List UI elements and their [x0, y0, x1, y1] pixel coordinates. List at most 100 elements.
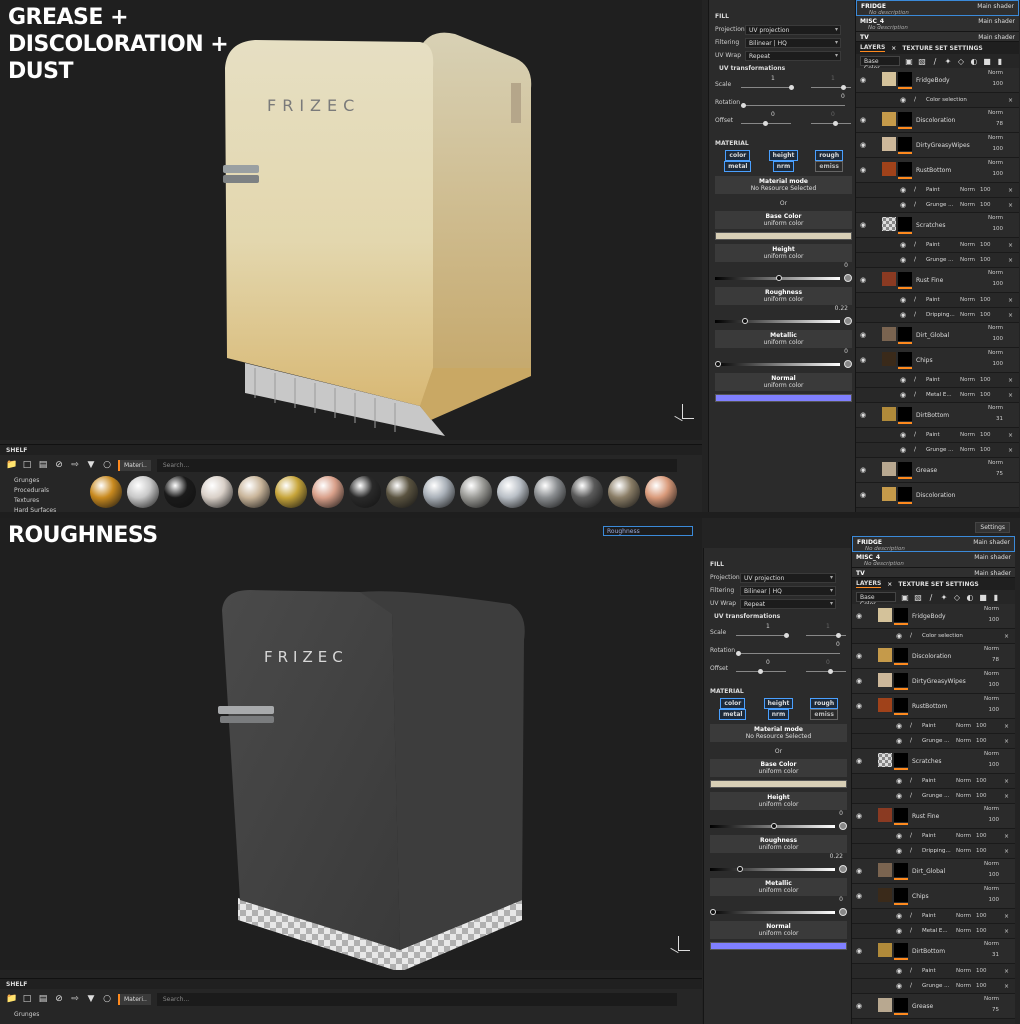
eye-icon[interactable]: ◉ [860, 411, 866, 419]
eye-icon[interactable]: ◉ [900, 186, 906, 194]
close-icon[interactable]: × [1004, 833, 1009, 840]
close-icon[interactable]: × [1004, 848, 1009, 855]
layer-item[interactable]: ◉ FridgeBody Norm 100 [852, 604, 1015, 629]
add-layer-icon[interactable]: ▧ [914, 593, 922, 602]
folder-icon[interactable]: 📁 [6, 994, 17, 1004]
material-sphere[interactable] [608, 476, 640, 508]
eye-icon[interactable]: ◉ [856, 652, 862, 660]
material-sphere[interactable] [534, 476, 566, 508]
layer-item[interactable]: ◉ Chips Norm 100 [856, 348, 1019, 373]
effect-icon[interactable]: ✦ [940, 593, 948, 602]
sub-layer[interactable]: ◉ ∕ Paint Norm 100 × [852, 829, 1015, 844]
material-sphere[interactable] [127, 476, 159, 508]
close-icon[interactable]: × [1004, 793, 1009, 800]
eye-icon[interactable]: ◉ [900, 296, 906, 304]
param-slider-2[interactable] [811, 83, 851, 92]
layer-item[interactable]: ◉ DirtBottom Norm 31 [852, 939, 1015, 964]
sub-layer[interactable]: ◉ ∕ Grunge ... Norm 100 × [852, 979, 1015, 994]
uvwrap-select[interactable]: Repeat [740, 598, 836, 609]
sub-layer[interactable]: ◉ ∕ Paint Norm 100 × [856, 373, 1019, 388]
layer-item[interactable]: ◉ Grease Norm 75 [852, 994, 1015, 1019]
uv-transform-header[interactable]: UV transformations [704, 610, 853, 623]
material-sphere[interactable] [645, 476, 677, 508]
eye-icon[interactable]: ◉ [860, 331, 866, 339]
eye-icon[interactable]: ◉ [896, 737, 902, 745]
param-slider-2[interactable] [806, 667, 846, 676]
close-icon[interactable]: × [1004, 738, 1009, 745]
eye-icon[interactable]: ◉ [860, 221, 866, 229]
base-color-block[interactable]: Base Color uniform color [715, 211, 852, 229]
add-fill-layer-icon[interactable]: ▣ [901, 593, 909, 602]
channel-toggle-emiss[interactable]: emiss [801, 709, 847, 720]
add-fill-layer-icon[interactable]: ▣ [905, 57, 913, 66]
export-icon[interactable]: ⇨ [70, 994, 80, 1004]
eye-icon[interactable]: ◉ [860, 116, 866, 124]
roughness-block[interactable]: Roughness uniform color [710, 835, 847, 853]
eye-icon[interactable]: ◉ [896, 777, 902, 785]
param-slider-2[interactable] [811, 119, 851, 128]
channel-toggle-rough[interactable]: rough [806, 150, 852, 161]
metallic-block[interactable]: Metallic uniform color [710, 878, 847, 896]
close-icon[interactable]: × [1008, 257, 1013, 264]
material-sphere[interactable] [238, 476, 270, 508]
eye-icon[interactable]: ◉ [900, 376, 906, 384]
filtering-select[interactable]: Bilinear | HQ [745, 37, 841, 48]
shelf-category[interactable]: Grunges [14, 1010, 84, 1020]
eye-icon[interactable]: ◉ [860, 356, 866, 364]
eye-icon[interactable]: ◉ [856, 947, 862, 955]
import-icon[interactable]: □ [22, 994, 32, 1004]
normal-swatch[interactable] [715, 394, 852, 402]
close-icon[interactable]: × [887, 581, 892, 588]
eye-icon[interactable]: ◉ [856, 812, 862, 820]
sub-layer[interactable]: ◉ ∕ Paint Norm 100 × [856, 183, 1019, 198]
uv-transform-header[interactable]: UV transformations [709, 62, 858, 75]
sub-layer[interactable]: ◉ ∕ Grunge ... Norm 100 × [856, 443, 1019, 458]
eye-icon[interactable]: ◉ [896, 927, 902, 935]
material-mode-block[interactable]: Material mode No Resource Selected [715, 176, 852, 194]
sub-layer[interactable]: ◉ ∕ Color selection × [852, 629, 1015, 644]
tab-layers[interactable]: LAYERS [860, 44, 886, 52]
layer-item[interactable]: ◉ DirtBottom Norm 31 [856, 403, 1019, 428]
sub-layer[interactable]: ◉ ∕ Color selection × [856, 93, 1019, 108]
material-mode-block[interactable]: Material mode No Resource Selected [710, 724, 847, 742]
param-slider[interactable] [736, 631, 789, 640]
eye-icon[interactable]: ◉ [860, 276, 866, 284]
material-sphere[interactable] [312, 476, 344, 508]
texture-set-fridge[interactable]: FRIDGE Main shader No description [856, 0, 1019, 16]
close-icon[interactable]: × [1004, 778, 1009, 785]
texture-set-tv[interactable]: TV Main shader [856, 32, 1019, 42]
circle-icon[interactable]: ○ [102, 460, 112, 470]
close-icon[interactable]: × [1004, 723, 1009, 730]
metallic-slider[interactable] [710, 908, 847, 917]
height-block[interactable]: Height uniform color [715, 244, 852, 262]
effect-icon[interactable]: ✦ [944, 57, 952, 66]
shelf-category[interactable]: Hard Surfaces [14, 506, 84, 512]
eye-icon[interactable]: ◉ [860, 141, 866, 149]
channel-select[interactable]: Base Color [860, 56, 900, 72]
channel-toggle-height[interactable]: height [756, 698, 802, 709]
tab-texture-set-settings[interactable]: TEXTURE SET SETTINGS [902, 45, 982, 52]
eye-icon[interactable]: ◉ [900, 446, 906, 454]
eye-icon[interactable]: ◉ [856, 612, 862, 620]
sub-layer[interactable]: ◉ ∕ Paint Norm 100 × [856, 238, 1019, 253]
layer-item[interactable]: ◉ Dirt_Global Norm 100 [856, 323, 1019, 348]
texture-set-misc_4[interactable]: MISC_4 Main shader No description [852, 552, 1015, 568]
height-slider[interactable] [710, 822, 847, 831]
base-color-swatch[interactable] [710, 780, 847, 788]
shelf-category[interactable]: Grunges [14, 476, 84, 486]
close-icon[interactable]: × [1008, 202, 1013, 209]
eye-icon[interactable]: ◉ [896, 632, 902, 640]
eye-icon[interactable]: ◉ [900, 391, 906, 399]
projection-select[interactable]: UV projection [740, 572, 836, 583]
eye-icon[interactable]: ◉ [900, 201, 906, 209]
layer-item[interactable]: ◉ Discoloration Norm 78 [856, 108, 1019, 133]
eye-icon[interactable]: ◉ [860, 466, 866, 474]
filter-icon[interactable]: ▼ [86, 460, 96, 470]
filter-icon[interactable]: ▼ [86, 994, 96, 1004]
metallic-block[interactable]: Metallic uniform color [715, 330, 852, 348]
settings-button[interactable]: Settings [975, 522, 1010, 533]
eye-icon[interactable]: ◉ [860, 491, 866, 499]
close-icon[interactable]: × [1008, 297, 1013, 304]
material-sphere[interactable] [90, 476, 122, 508]
normal-block[interactable]: Normal uniform color [715, 373, 852, 391]
